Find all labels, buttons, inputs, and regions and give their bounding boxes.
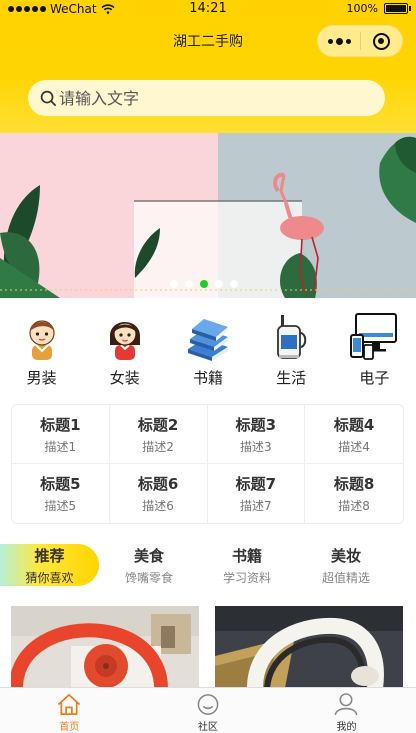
grid-item-title: 标题4 [333, 415, 375, 434]
grid-item[interactable]: 标题5 描述5 [12, 464, 110, 523]
mini-program-capsule [317, 25, 403, 57]
category-electronics[interactable]: 电子 [333, 311, 416, 393]
category-life[interactable]: 生活 [250, 311, 333, 393]
girl-avatar-icon [109, 322, 140, 360]
grid-item-desc: 描述5 [44, 499, 77, 513]
tab-title: 美食 [133, 546, 164, 565]
grid-item[interactable]: 标题4 描述4 [305, 405, 403, 464]
tabbar-label: 社区 [197, 722, 218, 733]
tabbar-profile[interactable]: 我的 [277, 688, 416, 733]
grid-item[interactable]: 标题1 描述1 [12, 405, 110, 464]
category-label: 电子 [359, 369, 390, 387]
tab-title: 美妆 [330, 546, 361, 565]
mug-icon [277, 315, 307, 359]
carousel-dot-active[interactable] [200, 280, 208, 288]
category-label: 书籍 [192, 369, 223, 387]
battery-icon [384, 3, 411, 14]
grid-item-title: 标题2 [137, 415, 179, 434]
grid-item[interactable]: 标题8 描述8 [305, 464, 403, 523]
product-image [11, 606, 199, 688]
more-dots-icon[interactable] [318, 37, 360, 45]
product-image [215, 606, 403, 688]
product-card[interactable] [215, 606, 403, 688]
home-icon [58, 694, 81, 715]
grid-item[interactable]: 标题6 描述6 [110, 464, 208, 523]
grid-item-title: 标题6 [137, 475, 179, 493]
feature-grid: 标题1 描述1 标题2 描述2 标题3 描述3 标题4 描述4 标题5 描述5 标题6 描述… [11, 404, 404, 524]
tab-subtitle: 超值精选 [321, 570, 370, 585]
tab-title: 书籍 [231, 546, 262, 565]
smile-icon [197, 694, 219, 715]
tab-food[interactable]: 美食 馋嘴零食 [109, 544, 189, 586]
banner-carousel[interactable] [0, 133, 416, 298]
tab-recommend[interactable]: 推荐 猜你喜欢 [0, 544, 99, 586]
grid-item-title: 标题7 [235, 475, 277, 493]
grid-item-title: 标题1 [40, 415, 81, 434]
carousel-dot[interactable] [170, 280, 178, 288]
header: WeChat 14:21 100% 湖工二手购 [0, 0, 416, 133]
category-label: 女装 [109, 369, 140, 387]
tabbar-community[interactable]: 社区 [139, 688, 278, 733]
grid-item-desc: 描述2 [142, 439, 174, 454]
grid-item-title: 标题8 [333, 475, 375, 493]
status-bar: WeChat 14:21 100% [0, 0, 416, 20]
battery-percent: 100% [346, 2, 378, 15]
page: WeChat 14:21 100% 湖工二手购 请输入文字 男装 女装 书籍 生… [0, 0, 416, 733]
grid-item-desc: 描述8 [338, 499, 370, 513]
grid-item[interactable]: 标题3 描述3 [207, 405, 306, 464]
category-womenswear[interactable]: 女装 [83, 311, 166, 393]
tab-beauty[interactable]: 美妆 超值精选 [306, 544, 386, 586]
person-icon [335, 693, 358, 716]
grid-item[interactable]: 标题7 描述7 [208, 464, 306, 523]
tab-subtitle: 馋嘴零食 [124, 570, 173, 585]
books-icon [187, 319, 228, 361]
grid-item-title: 标题5 [40, 475, 81, 493]
tabbar-home[interactable]: 首页 [0, 688, 139, 733]
category-label: 男装 [26, 369, 57, 387]
tabbar-label: 我的 [336, 722, 357, 733]
grid-item-desc: 描述3 [240, 439, 272, 454]
search-input[interactable] [59, 88, 359, 108]
grid-item-desc: 描述1 [44, 439, 77, 454]
tab-subtitle: 学习资料 [222, 570, 271, 585]
carousel-dot[interactable] [230, 280, 238, 288]
carousel-dot[interactable] [185, 280, 193, 288]
category-label: 生活 [276, 369, 307, 387]
tab-subtitle: 猜你喜欢 [25, 570, 74, 585]
grid-item-desc: 描述6 [142, 499, 174, 513]
category-books[interactable]: 书籍 [166, 311, 249, 393]
boy-avatar-icon [28, 320, 55, 360]
search-bar[interactable] [28, 80, 385, 116]
grid-item-desc: 描述7 [240, 499, 272, 513]
product-card[interactable] [11, 606, 199, 688]
carousel-dot[interactable] [215, 280, 223, 288]
grid-item[interactable]: 标题2 描述2 [109, 405, 208, 464]
tab-books[interactable]: 书籍 学习资料 [207, 544, 287, 586]
tab-title: 推荐 [34, 546, 65, 565]
bottom-tab-bar: 首页 社区 我的 [0, 687, 416, 733]
carousel-indicators[interactable] [170, 280, 238, 288]
banner-image [0, 133, 416, 298]
category-row: 男装 女装 书籍 生活 电子 [0, 311, 416, 393]
category-menswear[interactable]: 男装 [0, 311, 83, 393]
grid-item-desc: 描述4 [338, 439, 370, 454]
feed-tabs: 推荐 猜你喜欢 美食 馋嘴零食 书籍 学习资料 美妆 超值精选 [0, 544, 416, 588]
devices-icon [350, 313, 398, 360]
target-close-icon[interactable] [361, 32, 402, 50]
grid-item-title: 标题3 [235, 415, 277, 434]
tabbar-label: 首页 [59, 722, 80, 733]
search-icon [40, 90, 56, 106]
